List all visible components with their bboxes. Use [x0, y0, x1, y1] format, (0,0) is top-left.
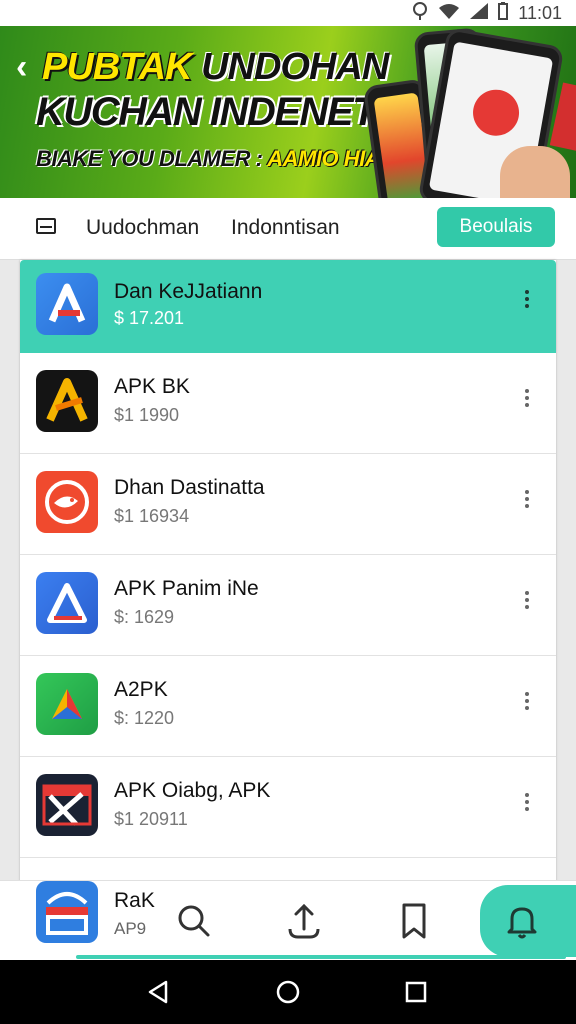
bookmark-icon[interactable] [392, 899, 436, 943]
app-name: APK Panim iNe [114, 577, 259, 600]
action-button[interactable]: Beoulais [437, 207, 555, 247]
app-name: Dhan Dastinatta [114, 476, 265, 499]
app-price: AP9 [114, 919, 147, 938]
app-logo-triangle-icon [36, 572, 98, 634]
location-icon [412, 1, 428, 25]
app-price: $ 17.201 [114, 308, 185, 328]
banner-subtitle: BIAKE YOU DLAMER : AAMIO HIA2A [36, 146, 408, 172]
more-options-icon[interactable] [524, 793, 530, 815]
banner-subtitle-text: BIAKE YOU DLAMER : [36, 146, 263, 171]
banner-title-line1: PUBTAK UNDOHAN [42, 46, 389, 89]
banner-title-rest: UNDOHAN [201, 46, 389, 88]
app-price: $1 16934 [114, 506, 190, 526]
app-logo-fish-icon [36, 471, 98, 533]
more-options-icon[interactable] [524, 490, 530, 512]
bottom-navigation: RaK AP9 [0, 880, 576, 960]
list-item[interactable]: Dan KeJJatiann $ 17.201 [20, 260, 556, 353]
banner-title-highlight: PUBTAK [42, 46, 193, 88]
home-icon[interactable] [274, 978, 302, 1006]
app-name: APK BK [114, 375, 190, 398]
app-price: $: 1220 [114, 708, 175, 728]
promo-banner[interactable]: ‹ PUBTAK UNDOHAN KUCHAN INDENETSIA BIAKE… [0, 26, 576, 198]
app-logo-shop-icon [36, 881, 98, 943]
app-name: RaK [114, 889, 155, 912]
signal-icon [470, 2, 489, 24]
list-item[interactable]: A2PK $: 1220 [20, 656, 556, 757]
system-navigation-bar [0, 960, 576, 1024]
upload-icon[interactable] [282, 899, 326, 943]
app-name: APK Oiabg, APK [114, 779, 271, 802]
search-icon[interactable] [172, 899, 216, 943]
recents-icon[interactable] [402, 978, 430, 1006]
list-item[interactable]: Dhan Dastinatta $1 16934 [20, 454, 556, 555]
more-options-icon[interactable] [524, 290, 530, 312]
list-item[interactable]: APK Oiabg, APK $1 20911 [20, 757, 556, 858]
app-logo-a-icon [36, 273, 98, 335]
app-name: Dan KeJJatiann [114, 280, 263, 303]
app-list: Dan KeJJatiann $ 17.201 APK BK $1 1990 D… [20, 260, 556, 900]
wifi-icon [438, 3, 460, 24]
clock: 11:01 [518, 2, 562, 23]
app-logo-a-yellow-icon [36, 370, 98, 432]
back-icon[interactable] [144, 978, 172, 1006]
list-item[interactable]: APK Panim iNe $: 1629 [20, 555, 556, 656]
tab-row: Uudochman Indonntisan Beoulais [0, 198, 576, 260]
more-options-icon[interactable] [524, 692, 530, 714]
app-price: $1 1990 [114, 405, 180, 425]
back-arrow-icon[interactable]: ‹ [16, 50, 27, 84]
status-bar: 11:01 [0, 0, 576, 26]
tab-uudochman[interactable]: Uudochman [86, 216, 199, 240]
battery-icon [498, 1, 509, 25]
nav-indicator [76, 955, 566, 959]
app-price: $: 1629 [114, 607, 175, 627]
list-item[interactable]: APK BK $1 1990 [20, 353, 556, 454]
hand-image [500, 146, 570, 198]
more-options-icon[interactable] [524, 389, 530, 411]
tab-indonntisan[interactable]: Indonntisan [231, 216, 340, 240]
app-logo-x-icon [36, 774, 98, 836]
app-name: A2PK [114, 678, 168, 701]
app-logo-play-icon [36, 673, 98, 735]
notification-icon[interactable] [500, 899, 544, 943]
app-price: $1 20911 [114, 809, 188, 829]
menu-icon[interactable] [36, 218, 56, 234]
more-options-icon[interactable] [524, 591, 530, 613]
